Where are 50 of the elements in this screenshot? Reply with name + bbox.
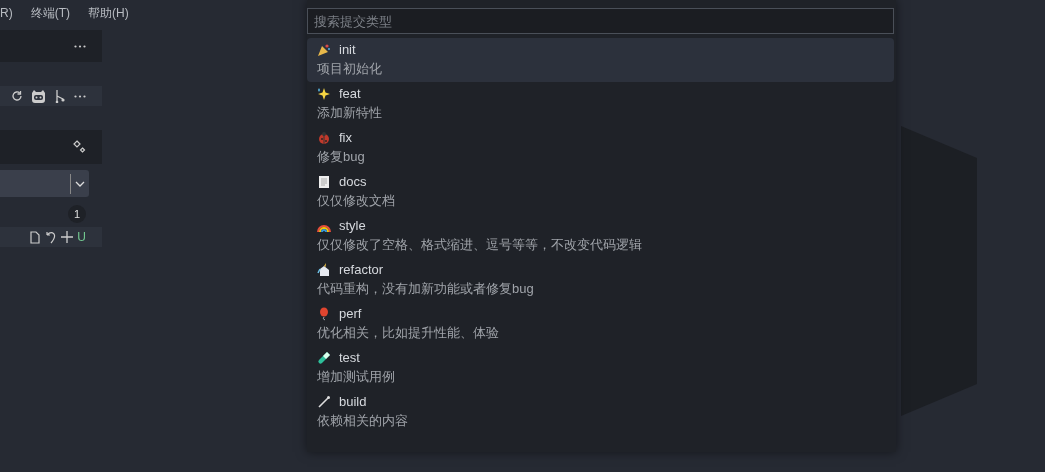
commit-type-label: perf [339,305,362,323]
commit-type-description: 代码重构，没有加新功能或者修复bug [317,280,535,298]
sparkles-icon [317,87,331,101]
commit-type-description: 仅仅修改文档 [317,192,396,210]
file-icon[interactable] [29,230,42,244]
commit-type-label: feat [339,85,361,103]
undo-icon[interactable] [45,230,58,244]
quick-pick-item[interactable]: style 仅仅修改了空格、格式缩进、逗号等等，不改变代码逻辑 [307,214,894,258]
quick-pick-item[interactable]: build 依赖相关的内容 [307,390,894,434]
commit-type-label: docs [339,173,367,191]
commit-type-label: fix [339,129,352,147]
quick-pick-item[interactable]: docs 仅仅修改文档 [307,170,894,214]
commit-type-description: 优化相关，比如提升性能、体验 [317,324,500,342]
commit-type-label: style [339,217,366,235]
quick-pick-item[interactable]: perf 优化相关，比如提升性能、体验 [307,302,894,346]
more-icon[interactable] [74,44,86,48]
wrench-icon [317,395,331,409]
commit-type-label: init [339,41,356,59]
plus-icon[interactable] [61,231,74,243]
test-tube-icon [317,351,331,365]
page-icon [317,175,331,189]
quick-pick-item[interactable]: feat 添加新特性 [307,82,894,126]
chevron-down-icon [75,180,85,187]
balloon-icon [317,307,331,321]
commit-type-label: build [339,393,367,411]
commit-type-description: 依赖相关的内容 [317,412,409,430]
menu-item[interactable]: 帮助(H) [88,4,129,26]
refresh-icon[interactable] [11,90,23,102]
commit-type-description: 修复bug [317,148,366,166]
menu-item[interactable]: 终端(T) [30,4,70,26]
more-icon[interactable] [74,94,86,98]
party-popper-icon [317,43,331,57]
quick-pick-item[interactable]: test 增加测试用例 [307,346,894,390]
commit-type-description: 项目初始化 [317,60,383,78]
count-badge: 1 [68,205,86,223]
quick-pick-item[interactable]: init 项目初始化 [307,38,894,82]
commit-type-description: 添加新特性 [317,104,383,122]
commit-type-description: 增加测试用例 [317,368,396,386]
file-status: U [77,229,86,246]
bug-icon [317,131,331,145]
commit-type-description: 仅仅修改了空格、格式缩进、逗号等等，不改变代码逻辑 [317,236,643,254]
commit-type-label: refactor [339,261,384,279]
graph-icon[interactable] [54,89,66,103]
sparkle-icon[interactable] [72,140,86,154]
search-field[interactable]: 搜索提交类型 [307,8,894,34]
quick-pick-item[interactable]: refactor 代码重构，没有加新功能或者修复bug [307,258,894,302]
menu-item[interactable]: R) [0,4,13,26]
commit-type-label: test [339,349,360,367]
quick-pick-item[interactable]: fix 修复bug [307,126,894,170]
cat-face-icon[interactable] [31,89,46,103]
